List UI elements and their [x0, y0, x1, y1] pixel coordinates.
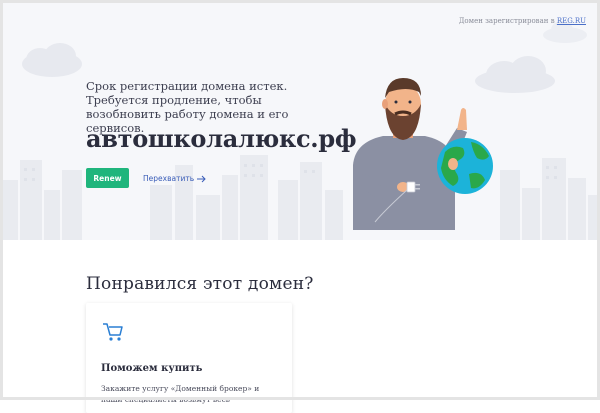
- shopping-cart-icon: [103, 323, 123, 341]
- offer-section-title: Понравился этот домен?: [86, 274, 314, 294]
- bearded-man-illustration: [353, 78, 493, 230]
- domain-name: автошколалюкс.рф: [86, 124, 357, 153]
- hero-section: Домен зарегистрирован в REG.RU Срок реги…: [0, 0, 600, 240]
- broker-card[interactable]: Поможем купить Закажите услугу «Доменный…: [86, 303, 292, 413]
- card-description: Закажите услугу «Доменный брокер» и наши…: [101, 384, 260, 404]
- card-title: Поможем купить: [101, 363, 203, 374]
- intercept-link-label: Перехватить: [143, 174, 195, 183]
- city-skyline: [0, 155, 600, 240]
- cloud-decoration: [22, 43, 82, 77]
- renew-button[interactable]: Renew: [86, 168, 129, 188]
- intercept-link[interactable]: Перехватить: [143, 174, 207, 183]
- registrar-note: Домен зарегистрирован в REG.RU: [459, 17, 586, 25]
- registrar-link[interactable]: REG.RU: [557, 17, 586, 25]
- registrar-note-text: Домен зарегистрирован в: [458, 17, 555, 25]
- arrow-right-icon: [197, 175, 206, 182]
